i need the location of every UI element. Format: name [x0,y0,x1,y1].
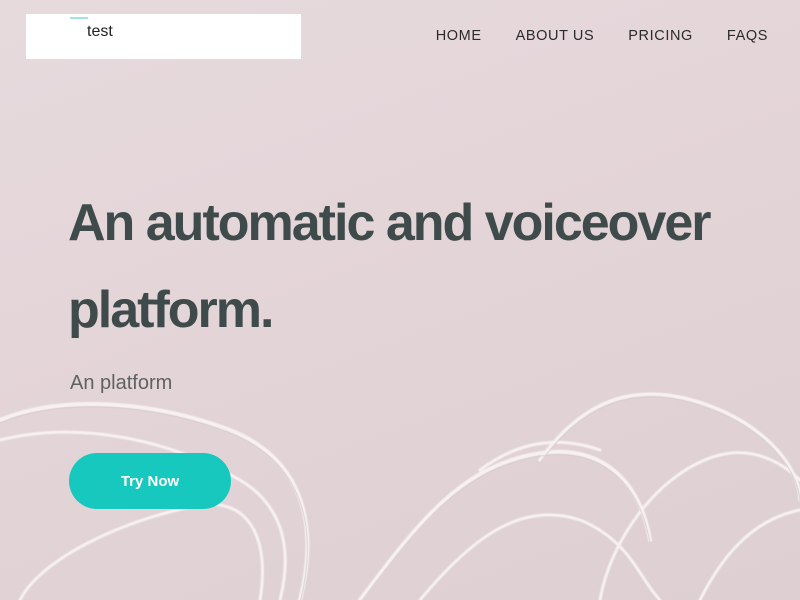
nav-pricing[interactable]: PRICING [628,27,693,45]
site-logo[interactable]: test [26,14,301,59]
logo-text: test [87,23,113,40]
nav-about-us[interactable]: ABOUT US [516,27,595,45]
logo-accent-mark [70,17,88,19]
hero-headline: An automatic and voiceover platform. [68,180,768,354]
hero-subtitle: An platform [70,372,173,394]
hero-headline-line2: platform. [68,281,274,339]
try-now-button[interactable]: Try Now [69,453,231,509]
main-nav: HOME ABOUT US PRICING FAQS [402,27,768,45]
hero-headline-line1: An automatic and voiceover [68,194,712,252]
nav-home[interactable]: HOME [436,27,482,45]
nav-faqs[interactable]: FAQS [727,27,768,45]
